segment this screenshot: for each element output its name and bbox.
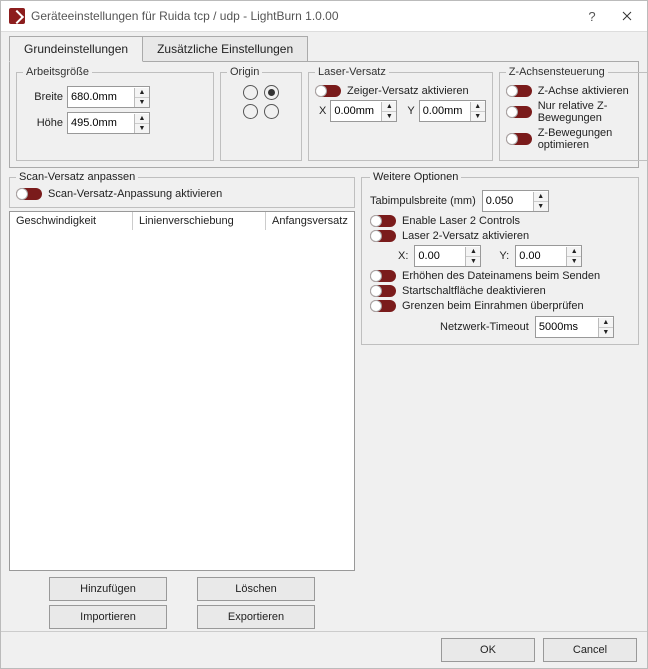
laser-offset-legend: Laser-Versatz <box>315 66 389 78</box>
origin-top-left[interactable] <box>243 85 258 100</box>
more-options-legend: Weitere Optionen <box>370 171 461 183</box>
toggle-z-optimize[interactable] <box>506 133 532 145</box>
close-button[interactable] <box>607 1 647 31</box>
network-timeout-input[interactable]: ▲▼ <box>535 316 614 338</box>
toggle-laser2-offset[interactable] <box>370 230 396 242</box>
offset-y-spinner[interactable]: ▲▼ <box>470 102 485 121</box>
app-icon <box>9 8 25 24</box>
scan-offset-legend: Scan-Versatz anpassen <box>16 171 138 183</box>
scan-table-header: Geschwindigkeit Linienverschiebung Anfan… <box>10 212 354 230</box>
toggle-laser2-controls[interactable] <box>370 215 396 227</box>
z-enable-label: Z-Achse aktivieren <box>538 85 629 97</box>
offset-x-spinner[interactable]: ▲▼ <box>381 102 396 121</box>
laser2-offset-label: Laser 2-Versatz aktivieren <box>402 230 529 242</box>
toggle-z-enable[interactable] <box>506 85 532 97</box>
offset-y-value[interactable] <box>420 105 470 117</box>
offset-x-input[interactable]: ▲▼ <box>330 100 397 122</box>
group-laser-offset: Laser-Versatz Zeiger-Versatz aktivieren … <box>308 66 493 161</box>
z-axis-legend: Z-Achsensteuerung <box>506 66 608 78</box>
close-icon <box>622 11 632 21</box>
height-value[interactable] <box>68 117 134 129</box>
export-button[interactable]: Exportieren <box>197 605 315 629</box>
laser2-x-value[interactable] <box>415 250 465 262</box>
toggle-check-framing[interactable] <box>370 300 396 312</box>
laser2-x-label: X: <box>398 250 408 262</box>
laser2-y-spinner[interactable]: ▲▼ <box>566 247 581 266</box>
scan-offset-table[interactable]: Geschwindigkeit Linienverschiebung Anfan… <box>9 211 355 571</box>
col-speed: Geschwindigkeit <box>10 212 133 230</box>
help-button[interactable]: ? <box>577 1 607 31</box>
laser2-controls-label: Enable Laser 2 Controls <box>402 215 520 227</box>
tab-pulse-value[interactable] <box>483 195 533 207</box>
width-spinner[interactable]: ▲▼ <box>134 88 149 107</box>
height-label: Höhe <box>23 117 63 129</box>
toggle-increment-filename[interactable] <box>370 270 396 282</box>
group-origin: Origin <box>220 66 302 161</box>
pointer-offset-label: Zeiger-Versatz aktivieren <box>347 85 469 97</box>
tab-bar: Grundeinstellungen Zusätzliche Einstellu… <box>9 36 639 62</box>
toggle-pointer-offset[interactable] <box>315 85 341 97</box>
import-button[interactable]: Importieren <box>49 605 167 629</box>
laser2-x-spinner[interactable]: ▲▼ <box>465 247 480 266</box>
tab-pulse-label: Tabimpulsbreite (mm) <box>370 195 476 207</box>
add-button[interactable]: Hinzufügen <box>49 577 167 601</box>
col-initial: Anfangsversatz <box>266 212 354 230</box>
toggle-disable-start[interactable] <box>370 285 396 297</box>
width-value[interactable] <box>68 91 134 103</box>
origin-top-right[interactable] <box>264 85 279 100</box>
width-label: Breite <box>23 91 63 103</box>
tab-pulse-input[interactable]: ▲▼ <box>482 190 549 212</box>
disable-start-label: Startschaltfläche deaktivieren <box>402 285 546 297</box>
offset-y-input[interactable]: ▲▼ <box>419 100 486 122</box>
laser2-y-value[interactable] <box>516 250 566 262</box>
network-timeout-value[interactable] <box>536 321 598 333</box>
worksize-legend: Arbeitsgröße <box>23 66 92 78</box>
group-worksize: Arbeitsgröße Breite ▲▼ Höhe ▲▼ <box>16 66 214 161</box>
height-input[interactable]: ▲▼ <box>67 112 150 134</box>
col-shift: Linienverschiebung <box>133 212 266 230</box>
tab-panel: Arbeitsgröße Breite ▲▼ Höhe ▲▼ <box>9 61 639 168</box>
titlebar: Geräteeinstellungen für Ruida tcp / udp … <box>1 1 647 32</box>
origin-bottom-left[interactable] <box>243 104 258 119</box>
offset-x-value[interactable] <box>331 105 381 117</box>
z-relative-label: Nur relative Z-Bewegungen <box>538 100 647 124</box>
cancel-button[interactable]: Cancel <box>543 638 637 662</box>
origin-bottom-right[interactable] <box>264 104 279 119</box>
tab-pulse-spinner[interactable]: ▲▼ <box>533 192 548 211</box>
toggle-scan-offset[interactable] <box>16 188 42 200</box>
group-scan-offset: Scan-Versatz anpassen Scan-Versatz-Anpas… <box>9 171 355 208</box>
group-more-options: Weitere Optionen Tabimpulsbreite (mm) ▲▼… <box>361 171 639 345</box>
offset-x-label: X <box>319 105 326 117</box>
tab-basic-settings[interactable]: Grundeinstellungen <box>9 36 143 62</box>
scan-offset-label: Scan-Versatz-Anpassung aktivieren <box>48 188 222 200</box>
ok-button[interactable]: OK <box>441 638 535 662</box>
dialog-footer: OK Cancel <box>1 631 647 668</box>
laser2-y-input[interactable]: ▲▼ <box>515 245 582 267</box>
increment-filename-label: Erhöhen des Dateinamens beim Senden <box>402 270 600 282</box>
group-z-axis: Z-Achsensteuerung Z-Achse aktivieren Nur… <box>499 66 647 161</box>
origin-legend: Origin <box>227 66 262 78</box>
network-timeout-label: Netzwerk-Timeout <box>440 321 529 333</box>
toggle-z-relative[interactable] <box>506 106 532 118</box>
tab-additional-settings[interactable]: Zusätzliche Einstellungen <box>142 36 308 62</box>
laser2-y-label: Y: <box>499 250 509 262</box>
width-input[interactable]: ▲▼ <box>67 86 150 108</box>
check-framing-label: Grenzen beim Einrahmen überprüfen <box>402 300 584 312</box>
z-optimize-label: Z-Bewegungen optimieren <box>538 127 647 151</box>
window-title: Geräteeinstellungen für Ruida tcp / udp … <box>31 9 577 23</box>
height-spinner[interactable]: ▲▼ <box>134 114 149 133</box>
device-settings-window: Geräteeinstellungen für Ruida tcp / udp … <box>0 0 648 669</box>
network-timeout-spinner[interactable]: ▲▼ <box>598 318 613 337</box>
delete-button[interactable]: Löschen <box>197 577 315 601</box>
laser2-x-input[interactable]: ▲▼ <box>414 245 481 267</box>
offset-y-label: Y <box>407 105 414 117</box>
